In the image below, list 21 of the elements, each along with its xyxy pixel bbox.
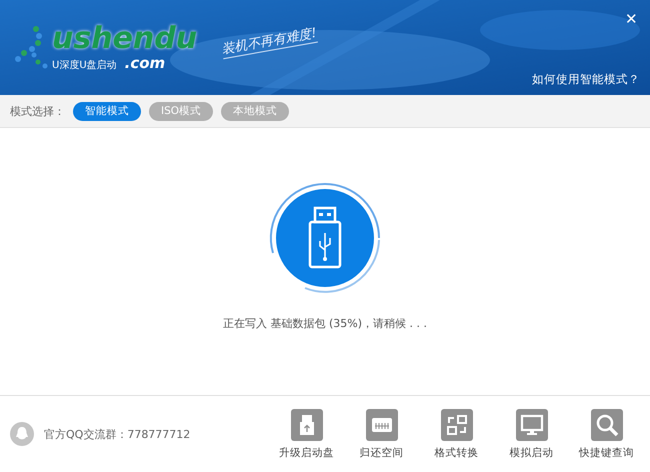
logo-subtitle: U深度U盘启动	[52, 58, 117, 72]
qq-group-text: 官方QQ交流群：778777712	[44, 426, 190, 442]
status-text: 正在写入 基础数据包 (35%)，请稍候 . . .	[222, 316, 427, 331]
tool-button[interactable]: 升级启动盘	[279, 408, 334, 460]
close-button[interactable]: ✕	[625, 10, 638, 28]
monitor-icon	[516, 408, 548, 440]
usb-upload-icon	[290, 408, 322, 440]
penguin-icon	[10, 422, 34, 446]
search-icon	[590, 408, 622, 440]
drive-icon	[366, 408, 398, 440]
logo-domain: .com	[124, 54, 166, 72]
tool-button[interactable]: 格式转换	[429, 408, 484, 460]
tool-button[interactable]: 模拟启动	[504, 408, 559, 460]
logo-wordmark: ushendu	[52, 24, 198, 54]
tool-button[interactable]: 归还空间	[354, 408, 409, 460]
convert-icon	[440, 408, 472, 440]
mode-label: 模式选择：	[10, 104, 65, 118]
mode-tab[interactable]: 智能模式	[73, 102, 141, 120]
logo-icon	[14, 24, 48, 70]
help-link[interactable]: 如何使用智能模式？	[532, 72, 640, 87]
tool-button[interactable]: 快捷键查询	[579, 408, 634, 460]
